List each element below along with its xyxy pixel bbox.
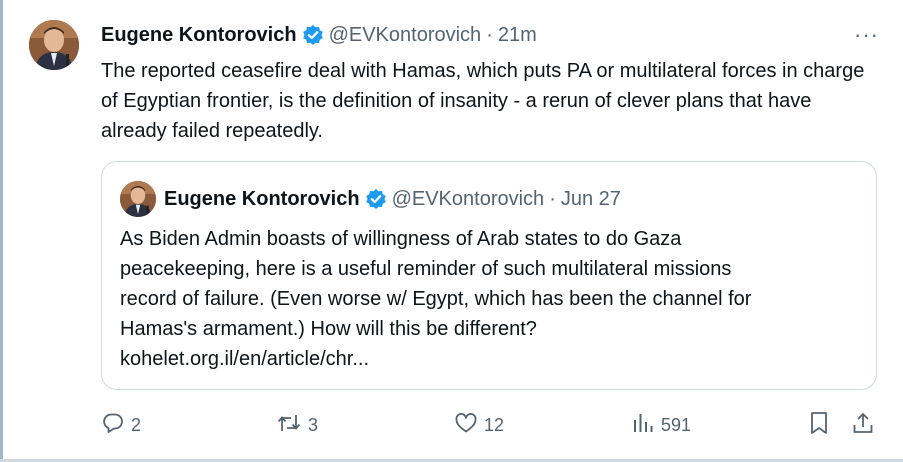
quoted-text-line: record of failure. (Even worse w/ Egypt,… [120,288,752,310]
share-icon [851,410,881,441]
author-handle[interactable]: @EVKontorovich [329,24,482,47]
separator-dot: · [549,187,556,210]
like-count: 12 [484,414,505,435]
verified-icon [365,188,387,210]
tweet-header: Eugene Kontorovich @EVKontorovich · 21m [101,20,537,50]
bookmark-icon [807,410,837,441]
quoted-tweet-header: Eugene Kontorovich @EVKontorovich · Jun … [164,184,621,214]
author-avatar[interactable] [29,20,79,70]
views-count: 591 [661,414,692,435]
quoted-author-avatar[interactable] [120,181,156,217]
author-name[interactable]: Eugene Kontorovich [101,24,297,47]
quoted-author-handle[interactable]: @EVKontorovich [392,188,545,211]
separator-dot: · [486,23,493,46]
reply-icon [101,411,131,440]
quoted-link[interactable]: kohelet.org.il/en/article/chr... [120,344,860,374]
repost-button[interactable]: 3 [276,410,318,440]
views-button[interactable]: 591 [631,410,691,440]
bookmark-button[interactable] [807,410,837,440]
window-edge [0,0,3,462]
repost-count: 3 [308,414,319,435]
share-button[interactable] [851,410,881,440]
verified-icon [302,24,324,46]
quoted-author-name[interactable]: Eugene Kontorovich [164,188,360,211]
quoted-text-line: As Biden Admin boasts of willingness of … [120,228,682,250]
quoted-tweet[interactable]: Eugene Kontorovich @EVKontorovich · Jun … [101,161,877,390]
like-icon [454,411,484,440]
tweet-timestamp[interactable]: 21m [498,24,537,47]
reply-count: 2 [131,414,142,435]
quoted-text-line: peacekeeping, here is a useful reminder … [120,258,732,280]
action-bar: 2 3 12 591 [101,410,881,440]
views-icon [631,411,661,440]
like-button[interactable]: 12 [454,410,504,440]
quoted-text-line: Hamas's armament.) How will this be diff… [120,318,537,340]
reply-button[interactable]: 2 [101,410,141,440]
tweet-text: The reported ceasefire deal with Hamas, … [101,60,865,142]
quoted-tweet-text: As Biden Admin boasts of willingness of … [120,224,860,374]
repost-icon [276,411,308,440]
more-icon[interactable]: ··· [854,22,879,48]
quoted-tweet-timestamp[interactable]: Jun 27 [561,188,621,211]
